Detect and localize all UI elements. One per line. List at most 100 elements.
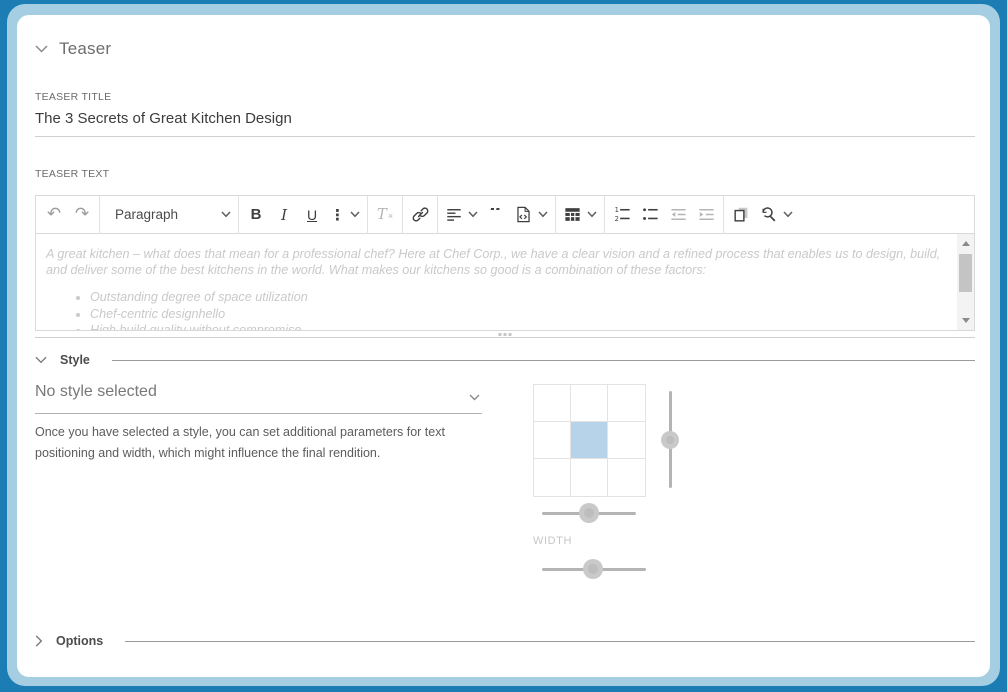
- grid-cell[interactable]: [608, 422, 645, 459]
- grid-cell[interactable]: [534, 459, 571, 496]
- style-select-value: No style selected: [35, 383, 157, 400]
- teaser-text-label: TEASER TEXT: [35, 168, 975, 180]
- bold-icon: B: [251, 206, 262, 223]
- richtext-body: A great kitchen – what does that mean fo…: [36, 234, 974, 330]
- richtext-bullet-list: Outstanding degree of space utilization …: [46, 289, 947, 330]
- clear-formatting-icon: T×: [377, 205, 393, 224]
- chevron-down-icon: [538, 211, 548, 218]
- section-divider: [112, 360, 975, 361]
- grid-cell[interactable]: [608, 385, 645, 422]
- underline-button[interactable]: U: [298, 200, 326, 230]
- toolbar-divider: [99, 196, 100, 234]
- richtext-paragraph: A great kitchen – what does that mean fo…: [46, 246, 947, 278]
- numbered-list-button[interactable]: 12: [608, 200, 636, 230]
- bullet-list-button[interactable]: [636, 200, 664, 230]
- blockquote-icon: “: [489, 208, 503, 222]
- overflow-dots-icon: ⋮: [330, 206, 345, 224]
- section-divider: [125, 641, 975, 642]
- toolbar-divider: [555, 196, 556, 234]
- chevron-down-icon: [35, 45, 48, 53]
- slider-thumb[interactable]: [579, 503, 599, 523]
- grid-cell[interactable]: [608, 459, 645, 496]
- style-select-dropdown[interactable]: No style selected: [35, 383, 482, 414]
- grid-cell[interactable]: [571, 385, 608, 422]
- italic-icon: I: [281, 206, 287, 224]
- chevron-down-icon: [587, 211, 597, 218]
- toolbar-divider: [437, 196, 438, 234]
- slider-thumb[interactable]: [583, 559, 603, 579]
- scroll-up-icon[interactable]: [962, 241, 970, 246]
- horizontal-position-slider[interactable]: [542, 504, 636, 522]
- grid-cell[interactable]: [571, 459, 608, 496]
- scroll-down-icon[interactable]: [962, 318, 970, 323]
- window-frame: Teaser TEASER TITLE TEASER TEXT ↶ ↷ Para…: [7, 4, 1000, 686]
- blockquote-button[interactable]: “: [482, 200, 510, 230]
- indent-icon: [697, 205, 716, 224]
- find-replace-dropdown[interactable]: [755, 200, 797, 230]
- teaser-title-input[interactable]: [35, 108, 975, 137]
- scrollbar-thumb[interactable]: [959, 254, 972, 292]
- svg-text:2: 2: [614, 215, 618, 223]
- link-icon: [411, 205, 430, 224]
- chevron-down-icon: [783, 211, 793, 218]
- editor-resize-handle[interactable]: [35, 331, 975, 338]
- chevron-down-icon: [469, 388, 480, 406]
- table-icon: [563, 205, 582, 224]
- chevron-down-icon: [468, 211, 478, 218]
- vertical-position-slider[interactable]: [661, 391, 679, 488]
- more-formatting-dropdown[interactable]: ⋮: [326, 200, 364, 230]
- outdent-icon: [669, 205, 688, 224]
- redo-button[interactable]: ↷: [68, 200, 96, 230]
- grid-cell[interactable]: [534, 422, 571, 459]
- svg-text:1: 1: [614, 206, 618, 214]
- width-slider[interactable]: [542, 560, 646, 578]
- bullet-list-icon: [641, 205, 660, 224]
- style-section-title: Style: [60, 353, 90, 367]
- list-item: Chef-centric designhello: [90, 306, 947, 322]
- clear-formatting-button[interactable]: T×: [371, 200, 399, 230]
- link-button[interactable]: [406, 200, 434, 230]
- richtext-editor: ↶ ↷ Paragraph B I U ⋮: [35, 195, 975, 331]
- options-section-header[interactable]: Options: [35, 633, 975, 649]
- editor-scrollbar[interactable]: [957, 234, 974, 330]
- toolbar-divider: [723, 196, 724, 234]
- align-dropdown[interactable]: [441, 200, 482, 230]
- code-block-icon: [514, 205, 533, 224]
- richtext-toolbar: ↶ ↷ Paragraph B I U ⋮: [36, 196, 974, 234]
- style-section-header[interactable]: Style: [35, 352, 975, 368]
- undo-button[interactable]: ↶: [40, 200, 68, 230]
- slider-thumb[interactable]: [661, 431, 679, 449]
- style-description: Once you have selected a style, you can …: [35, 422, 482, 463]
- code-block-dropdown[interactable]: [510, 200, 552, 230]
- style-right-column: WIDTH: [533, 383, 679, 578]
- list-item: High build quality without compromise: [90, 322, 947, 330]
- underline-icon: U: [307, 207, 317, 223]
- teaser-section-header[interactable]: Teaser: [35, 38, 975, 60]
- paragraph-format-value: Paragraph: [115, 207, 178, 222]
- indent-button[interactable]: [692, 200, 720, 230]
- table-dropdown[interactable]: [559, 200, 601, 230]
- resize-grip-icon: [495, 333, 516, 336]
- richtext-content[interactable]: A great kitchen – what does that mean fo…: [36, 234, 957, 330]
- toolbar-divider: [604, 196, 605, 234]
- undo-icon: ↶: [47, 206, 61, 223]
- italic-button[interactable]: I: [270, 200, 298, 230]
- chevron-down-icon: [35, 356, 47, 364]
- grid-cell[interactable]: [571, 422, 608, 459]
- width-label: WIDTH: [533, 535, 679, 547]
- grid-cell[interactable]: [534, 385, 571, 422]
- list-item: Outstanding degree of space utilization: [90, 289, 947, 305]
- numbered-list-icon: 12: [613, 205, 632, 224]
- redo-icon: ↷: [75, 206, 89, 223]
- style-section-body: No style selected Once you have selected…: [35, 383, 975, 578]
- toolbar-divider: [238, 196, 239, 234]
- paste-icon: [732, 205, 751, 224]
- outdent-button[interactable]: [664, 200, 692, 230]
- position-grid: [533, 384, 646, 497]
- paste-button[interactable]: [727, 200, 755, 230]
- page-title: Teaser: [59, 39, 111, 59]
- chevron-down-icon: [350, 211, 360, 218]
- bold-button[interactable]: B: [242, 200, 270, 230]
- teaser-title-label: TEASER TITLE: [35, 91, 975, 103]
- paragraph-format-dropdown[interactable]: Paragraph: [103, 200, 235, 230]
